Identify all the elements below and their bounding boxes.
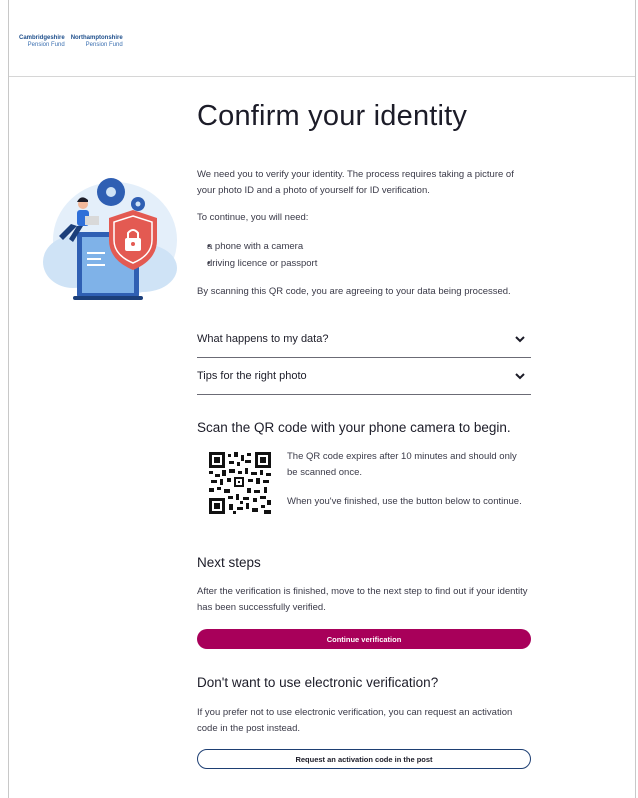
list-item: a phone with a camera (207, 238, 317, 255)
qr-code (209, 452, 271, 514)
header: Cambridgeshire Pension Fund Northamptons… (9, 0, 635, 77)
chevron-down-icon (515, 336, 525, 343)
alternative-text: If you prefer not to use electronic veri… (197, 707, 513, 734)
consent-text: By scanning this QR code, you are agreei… (197, 286, 511, 297)
small-gear-icon (131, 197, 145, 211)
page-frame: Cambridgeshire Pension Fund Northamptons… (8, 0, 636, 798)
qr-expiry-text: The QR code expires after 10 minutes and… (287, 451, 517, 478)
qr-finished-text: When you've finished, use the button bel… (287, 496, 522, 507)
need-label: To continue, you will need: (197, 212, 309, 223)
accordion-data-usage[interactable]: What happens to my data? (197, 321, 531, 358)
logo-left-title: Cambridgeshire (19, 35, 65, 41)
page-title: Confirm your identity (197, 100, 468, 132)
fund-logo[interactable]: Cambridgeshire Pension Fund Northamptons… (19, 35, 123, 49)
identity-illustration (43, 178, 177, 300)
next-steps-text: After the verification is finished, move… (197, 586, 528, 613)
qr-heading: Scan the QR code with your phone camera … (197, 420, 511, 435)
continue-verification-button[interactable]: Continue verification (197, 629, 531, 649)
intro-text: We need you to verify your identity. The… (197, 169, 514, 196)
request-activation-code-button[interactable]: Request an activation code in the post (197, 749, 531, 769)
gear-icon (97, 178, 125, 206)
requirements-list: a phone with a camera driving licence or… (197, 238, 317, 272)
logo-northamptonshire: Northamptonshire Pension Fund (71, 35, 123, 49)
alternative-heading: Don't want to use electronic verificatio… (197, 675, 439, 690)
logo-right-title: Northamptonshire (70, 35, 123, 41)
logo-right-subtitle: Pension Fund (85, 42, 123, 48)
list-item: driving licence or passport (207, 255, 317, 272)
accordion-label: Tips for the right photo (197, 370, 307, 382)
accordion-photo-tips[interactable]: Tips for the right photo (197, 358, 531, 395)
next-steps-heading: Next steps (197, 555, 261, 570)
chevron-down-icon (515, 373, 525, 380)
logo-left-subtitle: Pension Fund (27, 42, 65, 48)
accordion-label: What happens to my data? (197, 333, 329, 345)
logo-cambridgeshire: Cambridgeshire Pension Fund (19, 35, 65, 49)
